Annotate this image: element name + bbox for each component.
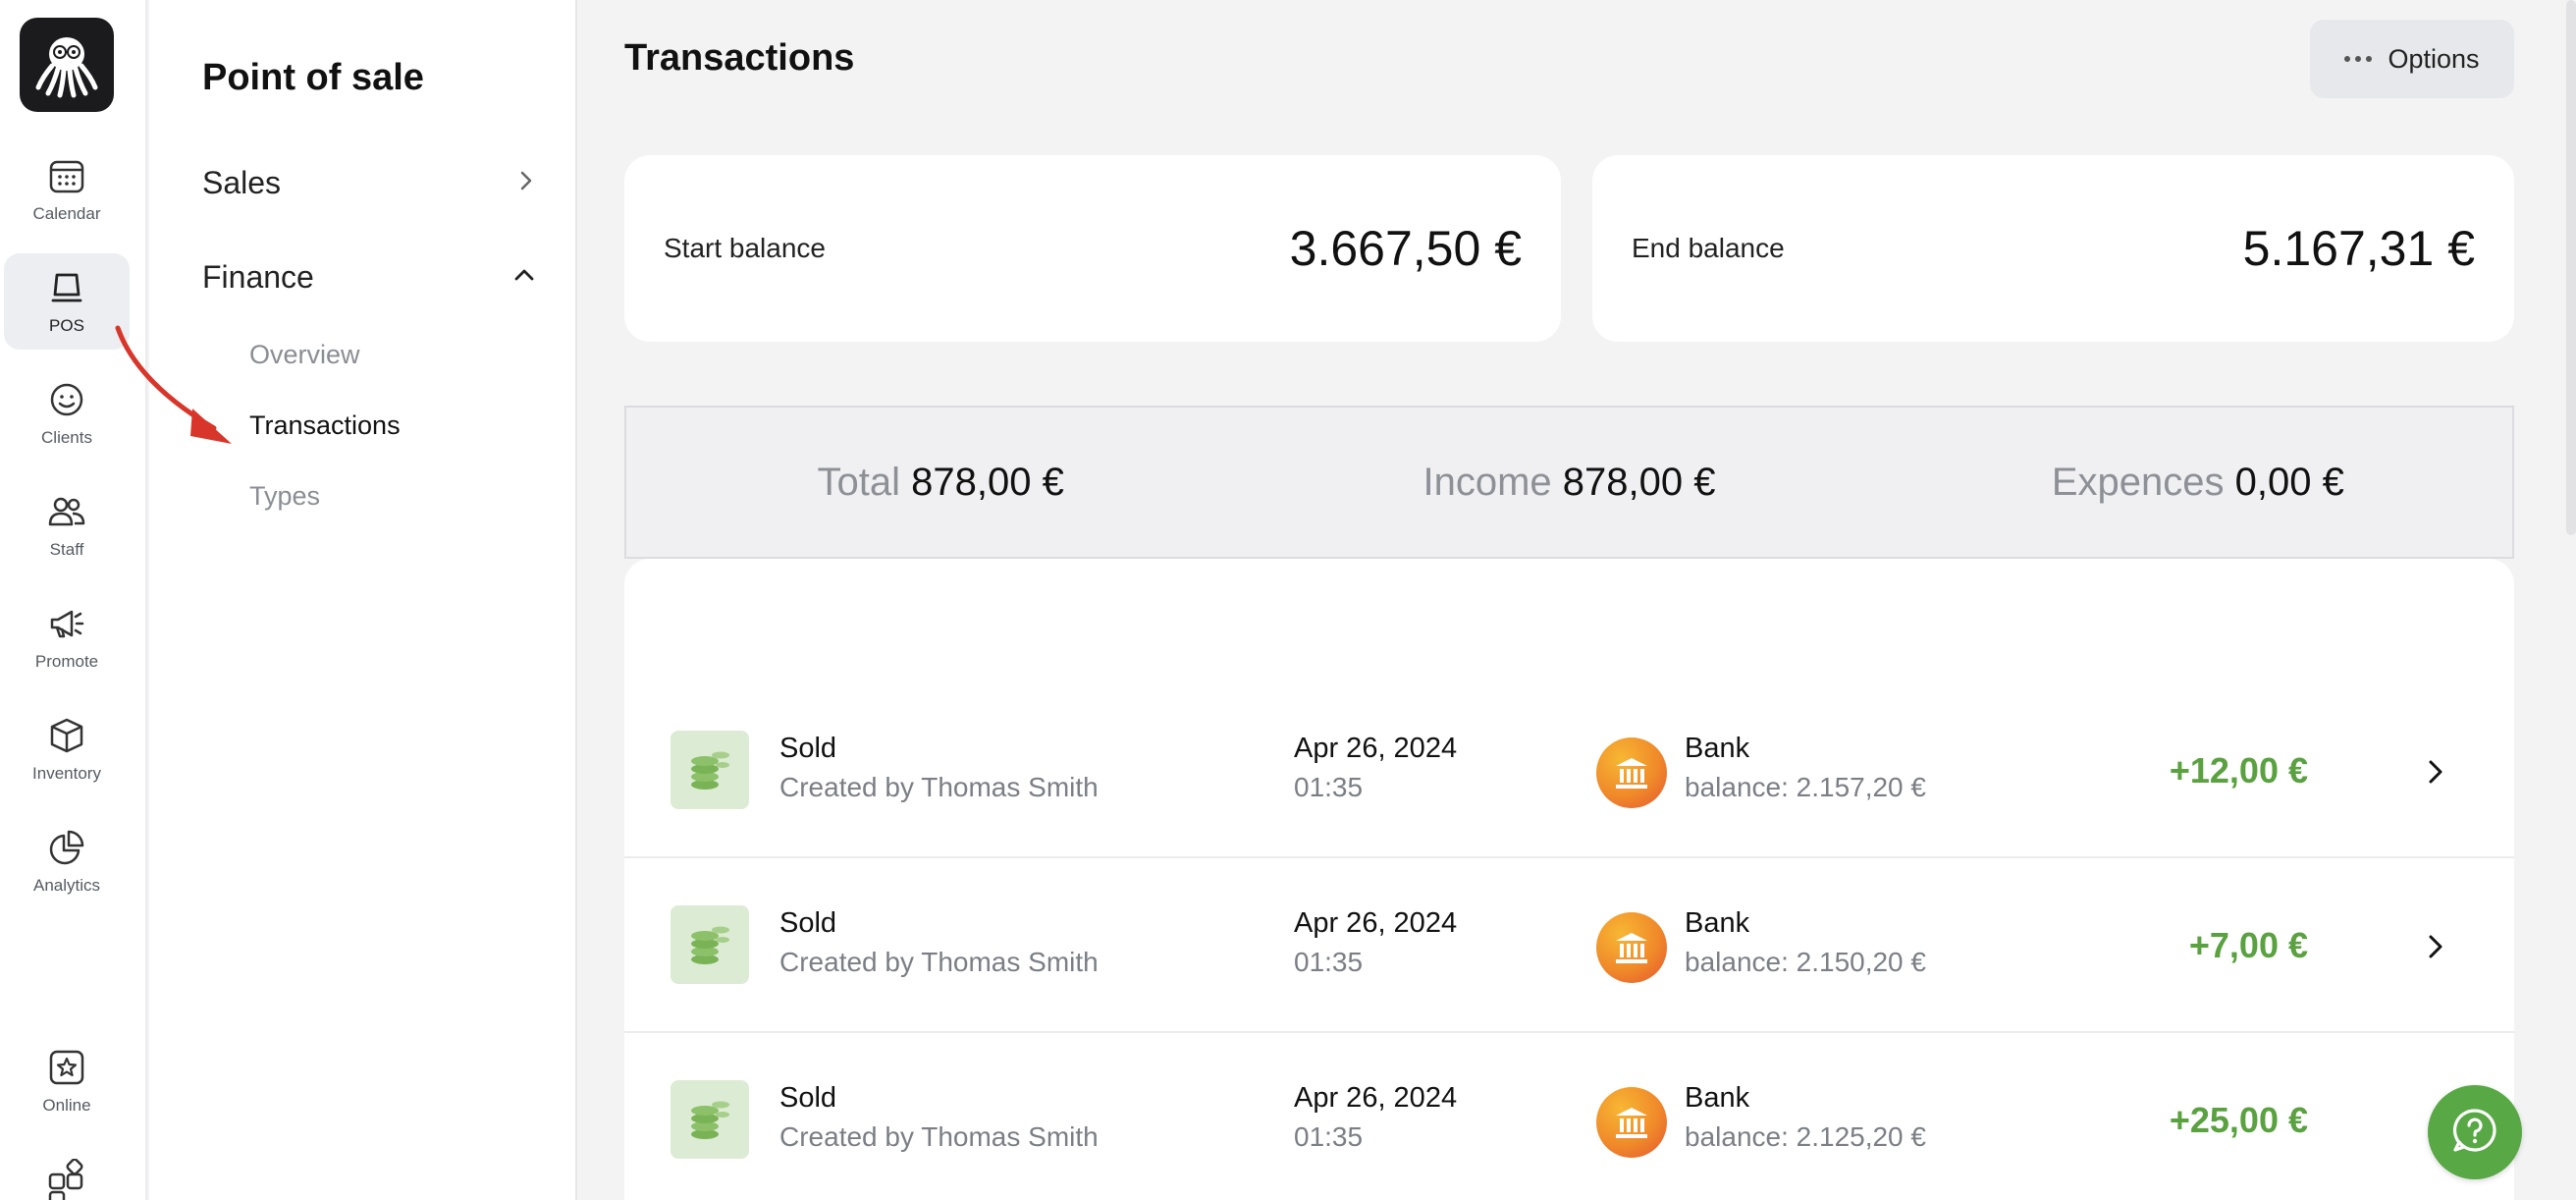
transactions-list: Sold Created by Thomas Smith Apr 26, 202… bbox=[624, 559, 2514, 1200]
bank-icon bbox=[1596, 1087, 1667, 1158]
star-icon bbox=[46, 1047, 87, 1088]
main-content: Transactions Options Start balance 3.667… bbox=[579, 0, 2576, 1200]
transaction-creator: Created by Thomas Smith bbox=[779, 772, 1099, 802]
apps-icon[interactable] bbox=[47, 1158, 86, 1200]
bank-icon bbox=[1596, 912, 1667, 983]
summary-expenses: Expences 0,00 € bbox=[1884, 461, 2512, 505]
transaction-amount: +25,00 € bbox=[2169, 1100, 2308, 1140]
end-balance-card: End balance 5.167,31 € bbox=[1592, 155, 2514, 342]
rail-item-label: Promote bbox=[34, 652, 99, 671]
chevron-up-icon bbox=[512, 265, 536, 290]
options-label: Options bbox=[2388, 43, 2480, 74]
chevron-right-icon[interactable] bbox=[2416, 752, 2455, 791]
nav-item-transactions[interactable]: Transactions bbox=[249, 410, 401, 441]
summary-income: Income 878,00 € bbox=[1255, 461, 1883, 505]
rail-item-online[interactable]: Online bbox=[4, 1033, 130, 1129]
end-balance-label: End balance bbox=[1632, 233, 1785, 263]
rail-item-inventory[interactable]: Inventory bbox=[4, 701, 130, 797]
transaction-row[interactable]: Sold Created by Thomas Smith Apr 26, 202… bbox=[624, 683, 2514, 858]
nav-group-label: Finance bbox=[202, 259, 314, 295]
rail-item-promote[interactable]: Promote bbox=[4, 589, 130, 685]
chevron-right-icon bbox=[516, 169, 536, 197]
subnav-title: Point of sale bbox=[202, 57, 424, 98]
transaction-type: Sold bbox=[779, 733, 837, 764]
page-title: Transactions bbox=[624, 37, 855, 79]
people-icon bbox=[46, 491, 87, 532]
summary-income-label: Income bbox=[1422, 460, 1552, 504]
help-chat-button[interactable] bbox=[2428, 1085, 2522, 1179]
summary-total: Total 878,00 € bbox=[626, 461, 1255, 505]
pos-subnav: Point of sale Sales Finance Overview Tra… bbox=[149, 0, 577, 1200]
rail-item-calendar[interactable]: Calendar bbox=[4, 141, 130, 238]
transaction-row[interactable]: Sold Created by Thomas Smith Apr 26, 202… bbox=[624, 858, 2514, 1033]
transaction-date: Apr 26, 2024 bbox=[1294, 907, 1458, 939]
rail-item-label: Analytics bbox=[32, 876, 101, 895]
transaction-type: Sold bbox=[779, 1082, 837, 1114]
transaction-balance: balance: 2.150,20 € bbox=[1685, 947, 1926, 977]
summary-income-value: 878,00 € bbox=[1562, 460, 1716, 504]
chevron-right-icon[interactable] bbox=[2416, 927, 2455, 966]
transaction-date: Apr 26, 2024 bbox=[1294, 733, 1458, 764]
start-balance-card: Start balance 3.667,50 € bbox=[624, 155, 1561, 342]
more-dots-icon bbox=[2344, 56, 2373, 62]
rail-item-clients[interactable]: Clients bbox=[4, 365, 130, 462]
pos-icon bbox=[46, 267, 87, 308]
summary-total-label: Total bbox=[817, 460, 901, 504]
summary-total-value: 878,00 € bbox=[911, 460, 1064, 504]
transaction-creator: Created by Thomas Smith bbox=[779, 947, 1099, 977]
rail-item-staff[interactable]: Staff bbox=[4, 477, 130, 573]
rail-item-pos[interactable]: POS bbox=[4, 253, 130, 350]
start-balance-label: Start balance bbox=[664, 233, 826, 263]
transaction-account: Bank bbox=[1685, 1082, 1750, 1114]
nav-group-sales[interactable]: Sales bbox=[202, 165, 536, 201]
transaction-time: 01:35 bbox=[1294, 772, 1364, 802]
icon-rail: Calendar POS Clients Staff Promote Inven… bbox=[0, 0, 147, 1200]
start-balance-value: 3.667,50 € bbox=[1289, 221, 1522, 276]
box-icon bbox=[46, 715, 87, 756]
octopus-logo-icon[interactable] bbox=[20, 18, 114, 112]
nav-item-overview[interactable]: Overview bbox=[249, 340, 360, 370]
pie-chart-icon bbox=[46, 827, 87, 868]
calendar-icon bbox=[46, 155, 87, 196]
nav-item-types[interactable]: Types bbox=[249, 481, 320, 512]
rail-item-label: Staff bbox=[49, 540, 84, 559]
coins-icon bbox=[671, 731, 749, 809]
rail-item-analytics[interactable]: Analytics bbox=[4, 813, 130, 909]
end-balance-value: 5.167,31 € bbox=[2242, 221, 2475, 276]
transaction-creator: Created by Thomas Smith bbox=[779, 1121, 1099, 1152]
transaction-amount: +7,00 € bbox=[2188, 925, 2308, 965]
rail-item-label: Calendar bbox=[32, 204, 101, 223]
transaction-date: Apr 26, 2024 bbox=[1294, 1082, 1458, 1114]
summary-expenses-label: Expences bbox=[2051, 460, 2225, 504]
smiley-icon bbox=[46, 379, 87, 420]
transaction-time: 01:35 bbox=[1294, 947, 1364, 977]
totals-summary: Total 878,00 € Income 878,00 € Expences … bbox=[624, 406, 2514, 559]
help-chat-icon bbox=[2449, 1105, 2500, 1161]
bank-icon bbox=[1596, 737, 1667, 808]
coins-icon bbox=[671, 1080, 749, 1159]
transaction-type: Sold bbox=[779, 907, 837, 939]
rail-item-label: POS bbox=[49, 316, 84, 335]
megaphone-icon bbox=[46, 603, 87, 644]
transaction-time: 01:35 bbox=[1294, 1121, 1364, 1152]
coins-icon bbox=[671, 905, 749, 984]
transaction-balance: balance: 2.125,20 € bbox=[1685, 1121, 1926, 1152]
page-scrollbar[interactable] bbox=[2566, 0, 2576, 535]
rail-item-label: Online bbox=[42, 1096, 91, 1115]
transaction-amount: +12,00 € bbox=[2169, 750, 2308, 791]
transaction-account: Bank bbox=[1685, 733, 1750, 764]
transaction-balance: balance: 2.157,20 € bbox=[1685, 772, 1926, 802]
options-button[interactable]: Options bbox=[2310, 20, 2514, 98]
summary-expenses-value: 0,00 € bbox=[2234, 460, 2344, 504]
rail-item-label: Inventory bbox=[32, 764, 101, 783]
nav-group-finance[interactable]: Finance bbox=[202, 259, 536, 296]
transaction-row[interactable]: Sold Created by Thomas Smith Apr 26, 202… bbox=[624, 1033, 2514, 1200]
rail-item-label: Clients bbox=[41, 428, 92, 447]
transaction-account: Bank bbox=[1685, 907, 1750, 939]
nav-group-label: Sales bbox=[202, 165, 282, 200]
